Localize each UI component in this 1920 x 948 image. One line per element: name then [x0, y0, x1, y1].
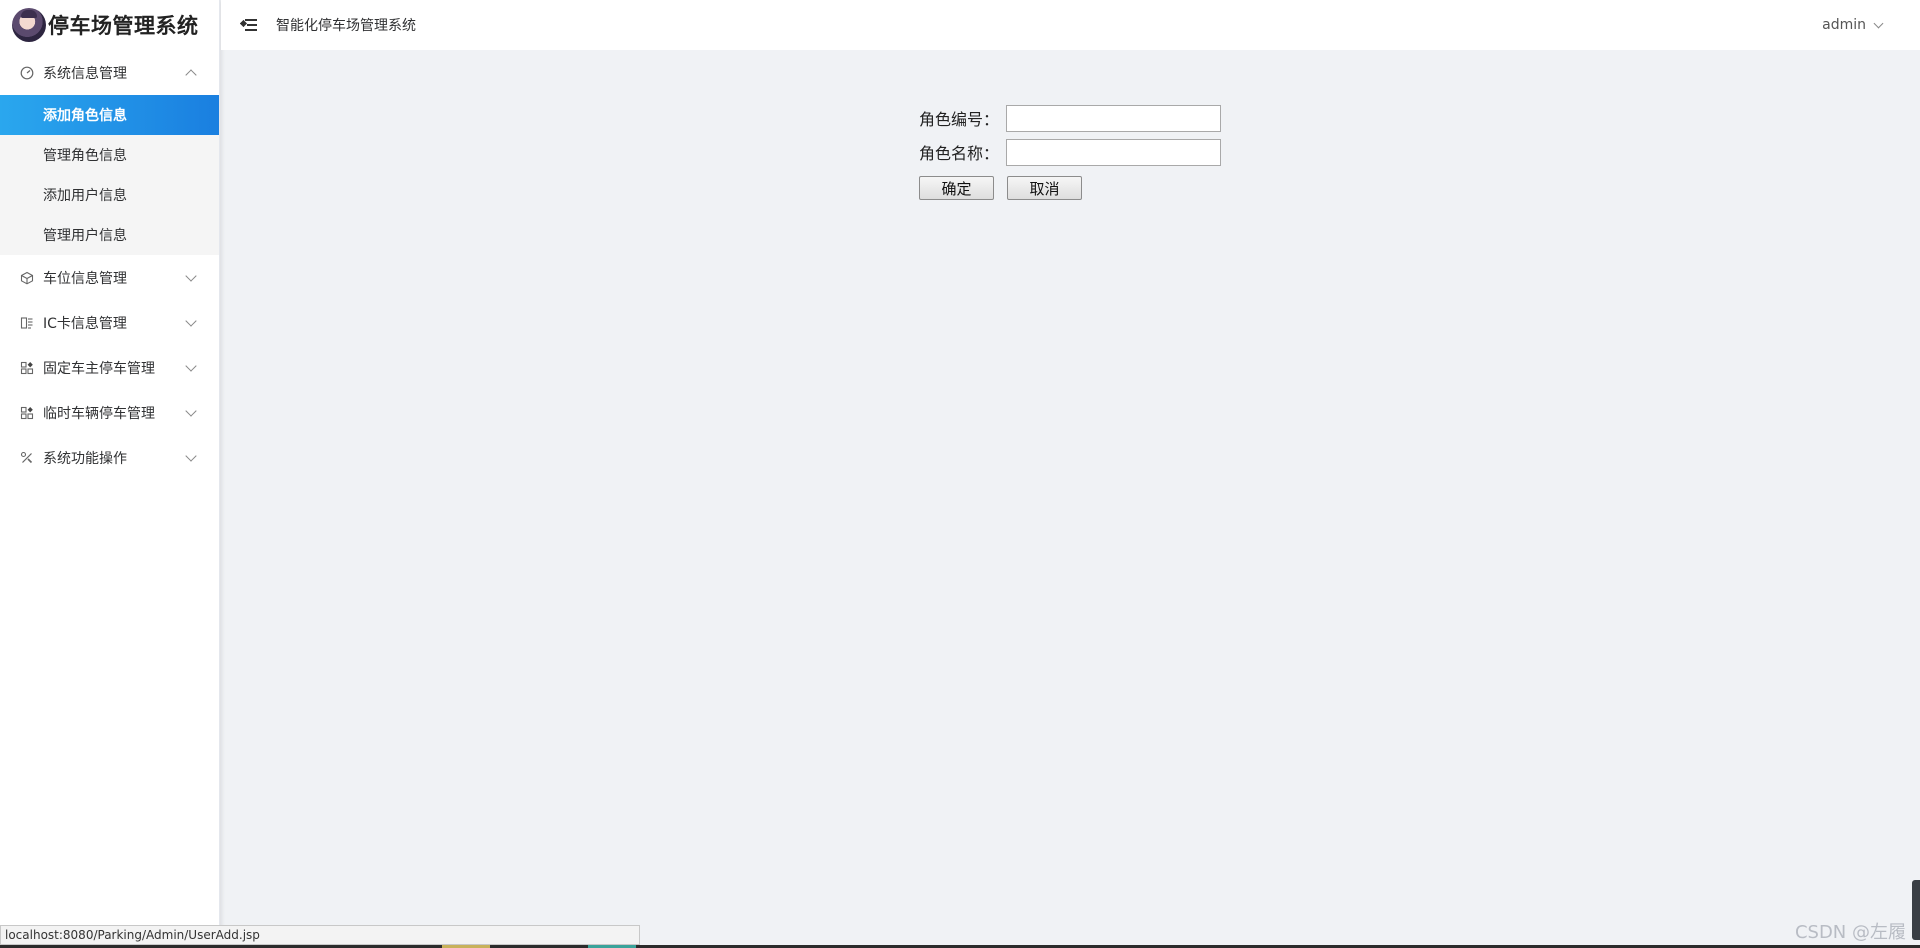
menu-system-functions[interactable]: 系统功能操作 [0, 435, 219, 480]
username: admin [1822, 17, 1866, 33]
top-header: 智能化停车场管理系统 admin [221, 0, 1920, 50]
chevron-down-icon [1873, 18, 1884, 28]
tools-icon [20, 451, 34, 465]
user-dropdown[interactable]: admin [1822, 0, 1884, 50]
side-widget[interactable] [1912, 880, 1920, 940]
cube-icon [20, 271, 34, 285]
role-id-row: 角色编号： [919, 104, 1221, 132]
menu-label: 临时车辆停车管理 [43, 405, 155, 422]
gauge-icon [20, 66, 34, 80]
menu-fixed-owner-parking[interactable]: 固定车主停车管理 [0, 345, 219, 390]
cancel-button[interactable]: 取消 [1007, 176, 1082, 200]
apps-icon [20, 406, 34, 420]
role-id-input[interactable] [1006, 104, 1221, 132]
browser-status-url: localhost:8080/Parking/Admin/UserAdd.jsp [0, 925, 640, 945]
add-role-form: 角色编号： 角色名称： 确定 取消 [919, 104, 1221, 200]
menu-label: 车位信息管理 [43, 270, 127, 287]
chevron-down-icon [185, 269, 197, 282]
menu-ic-card[interactable]: IC卡信息管理 [0, 300, 219, 345]
chevron-up-icon [185, 68, 197, 81]
menu-group-system-info: 系统信息管理 添加角色信息 管理角色信息 添加用户信息 管理用户信息 [0, 50, 219, 255]
sidebar: 停车场管理系统 系统信息管理 添加角色信息 管理角色信息 添加用户信息 管理用户… [0, 0, 220, 948]
menu-system-info[interactable]: 系统信息管理 [0, 50, 219, 95]
menu-label: 固定车主停车管理 [43, 360, 155, 377]
role-id-label: 角色编号： [919, 110, 1000, 129]
logo-avatar-icon [12, 8, 46, 42]
chevron-down-icon [185, 449, 197, 462]
brand[interactable]: 停车场管理系统 [0, 0, 219, 50]
collapse-menu-icon[interactable] [239, 18, 257, 32]
submenu-item-manage-role[interactable]: 管理角色信息 [0, 135, 219, 175]
submenu-item-manage-user[interactable]: 管理用户信息 [0, 215, 219, 255]
chevron-down-icon [185, 359, 197, 372]
menu-label: 系统功能操作 [43, 450, 127, 467]
confirm-button[interactable]: 确定 [919, 176, 994, 200]
brand-title: 停车场管理系统 [48, 14, 199, 38]
apps-icon [20, 361, 34, 375]
menu-label: 系统信息管理 [43, 65, 127, 82]
chevron-down-icon [185, 314, 197, 327]
form-buttons: 确定 取消 [919, 176, 1221, 200]
submenu-item-add-role[interactable]: 添加角色信息 [0, 95, 219, 135]
role-name-input[interactable] [1006, 138, 1221, 166]
watermark: CSDN @左履 [1794, 922, 1906, 943]
card-icon [20, 316, 34, 330]
submenu-system-info: 添加角色信息 管理角色信息 添加用户信息 管理用户信息 [0, 95, 219, 255]
menu-parking-space[interactable]: 车位信息管理 [0, 255, 219, 300]
menu-label: IC卡信息管理 [43, 315, 127, 332]
role-name-row: 角色名称： [919, 138, 1221, 166]
submenu-item-add-user[interactable]: 添加用户信息 [0, 175, 219, 215]
menu-temporary-vehicle-parking[interactable]: 临时车辆停车管理 [0, 390, 219, 435]
header-title: 智能化停车场管理系统 [276, 18, 416, 34]
chevron-down-icon [185, 404, 197, 417]
role-name-label: 角色名称： [919, 144, 1000, 163]
